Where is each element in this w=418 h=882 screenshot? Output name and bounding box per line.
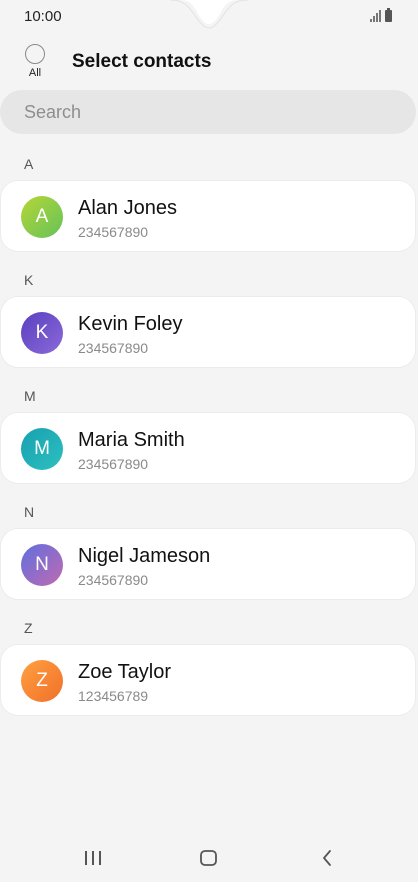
section-header-z: Z (24, 620, 33, 636)
section-header-m: M (24, 388, 36, 404)
select-all-checkbox[interactable] (25, 44, 45, 64)
contact-number: 123456789 (78, 688, 149, 704)
status-bar: 10:00 (0, 0, 418, 32)
home-icon (200, 850, 217, 866)
status-icons (370, 8, 392, 22)
back-button[interactable] (312, 846, 342, 870)
contact-name: Nigel Jameson (78, 545, 211, 567)
contact-name: Alan Jones (78, 197, 177, 219)
avatar-initial: Z (36, 670, 48, 691)
contact-name: Kevin Foley (78, 313, 183, 335)
navigation-bar (0, 836, 418, 882)
search-placeholder: Search (24, 101, 82, 122)
avatar: N (21, 544, 63, 586)
avatar-initial: K (35, 322, 49, 343)
avatar-initial: A (35, 206, 49, 227)
select-all-toggle[interactable]: All (22, 44, 50, 82)
section-header-n: N (24, 504, 35, 520)
recent-apps-icon (85, 851, 101, 865)
contact-item[interactable]: M Maria Smith 234567890 (0, 412, 416, 484)
contact-name: Zoe Taylor (78, 661, 172, 683)
home-button[interactable] (194, 846, 224, 870)
contact-number: 234567890 (78, 572, 149, 588)
contact-name: Maria Smith (78, 429, 185, 451)
avatar: M (21, 428, 63, 470)
battery-icon (385, 8, 392, 22)
contact-item[interactable]: K Kevin Foley 234567890 (0, 296, 416, 368)
select-all-label: All (28, 67, 42, 79)
signal-icon (370, 10, 381, 22)
contact-number: 234567890 (78, 340, 149, 356)
avatar-initial: M (34, 438, 50, 459)
avatar: A (21, 196, 63, 238)
recent-apps-button[interactable] (78, 846, 108, 870)
page-title: Select contacts (72, 51, 212, 72)
section-header-a: A (24, 156, 34, 172)
contact-item[interactable]: A Alan Jones 234567890 (0, 180, 416, 252)
camera-notch (0, 0, 418, 29)
section-header-k: K (24, 272, 34, 288)
search-input[interactable]: Search (0, 90, 416, 134)
status-time: 10:00 (24, 8, 62, 25)
avatar: K (21, 312, 63, 354)
header: All Select contacts (0, 40, 418, 82)
back-icon (323, 850, 331, 866)
contact-number: 234567890 (78, 224, 149, 240)
contact-item[interactable]: N Nigel Jameson 234567890 (0, 528, 416, 600)
avatar-initial: N (35, 554, 49, 575)
contact-item[interactable]: Z Zoe Taylor 123456789 (0, 644, 416, 716)
contact-number: 234567890 (78, 456, 149, 472)
avatar: Z (21, 660, 63, 702)
